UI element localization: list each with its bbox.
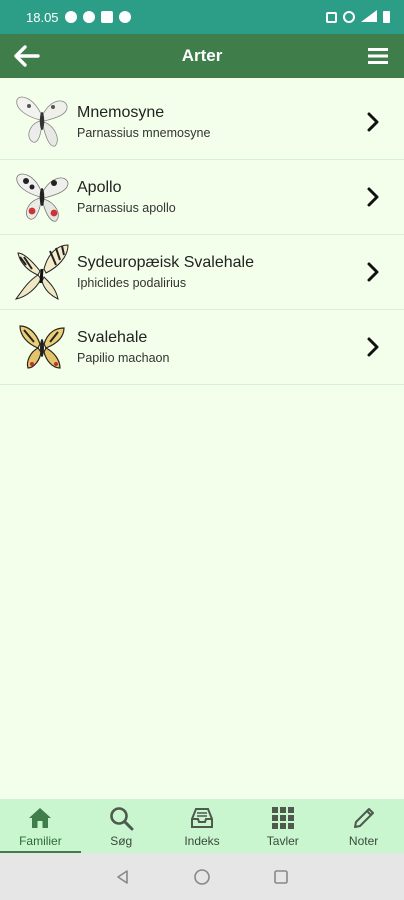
hamburger-icon: [368, 48, 388, 64]
chevron-right-icon: [367, 187, 379, 207]
signal-icon: [361, 9, 377, 25]
species-row-sydeuropaeisk-svalehale[interactable]: Sydeuropæisk Svalehale Iphiclides podali…: [0, 235, 404, 310]
system-navigation-bar: [0, 853, 404, 900]
species-list: Mnemosyne Parnassius mnemosyne Apollo Pa…: [0, 85, 404, 385]
nav-label: Tavler: [266, 834, 299, 848]
species-common-name: Mnemosyne: [77, 104, 165, 121]
butterfly-striped-icon: [12, 242, 72, 302]
app-bar: Arter: [0, 34, 404, 78]
species-row-svalehale[interactable]: Svalehale Papilio machaon: [0, 310, 404, 385]
nav-label: Noter: [348, 834, 379, 848]
species-latin-name: Iphiclides podalirius: [77, 276, 187, 290]
tools-icon: [100, 11, 113, 23]
chevron-right-icon: [367, 337, 379, 357]
species-common-name: Apollo: [77, 179, 122, 196]
butterfly-yellow-icon: [12, 317, 72, 377]
species-common-name: Svalehale: [77, 329, 148, 346]
status-bar: 18.05: [0, 0, 404, 34]
nav-tavler[interactable]: Tavler: [242, 799, 323, 853]
message-icon: [64, 11, 77, 23]
species-common-name: Sydeuropæisk Svalehale: [77, 254, 254, 271]
home-circle-icon[interactable]: [193, 868, 211, 886]
status-time: 18.05: [26, 9, 59, 25]
nav-sog[interactable]: Søg: [81, 799, 162, 853]
nfc-icon: [326, 11, 337, 23]
pencil-icon: [353, 808, 374, 828]
species-row-apollo[interactable]: Apollo Parnassius apollo: [0, 160, 404, 235]
nav-indeks[interactable]: Indeks: [162, 799, 243, 853]
arrow-left-icon: [14, 45, 40, 67]
menu-button[interactable]: [364, 42, 392, 70]
butterfly-white-icon: [12, 92, 72, 152]
bottom-navigation: Familier Søg Indeks Tavler Noter: [0, 799, 404, 853]
nav-noter[interactable]: Noter: [323, 799, 404, 853]
species-latin-name: Parnassius mnemosyne: [77, 126, 211, 140]
home-icon: [29, 808, 52, 828]
inbox-icon: [190, 808, 213, 828]
chevron-right-icon: [367, 262, 379, 282]
back-button[interactable]: [10, 40, 42, 72]
facebook-icon-2: [118, 11, 131, 23]
grid-icon: [271, 807, 294, 829]
species-latin-name: Parnassius apollo: [77, 201, 176, 215]
page-title: Arter: [181, 46, 223, 65]
species-row-mnemosyne[interactable]: Mnemosyne Parnassius mnemosyne: [0, 85, 404, 160]
nav-label: Familier: [19, 834, 62, 848]
nav-label: Søg: [110, 834, 133, 848]
nav-familier[interactable]: Familier: [0, 799, 81, 853]
nav-label: Indeks: [184, 834, 220, 848]
back-triangle-icon[interactable]: [115, 869, 131, 885]
hotspot-icon: [343, 11, 355, 23]
search-icon: [110, 807, 134, 831]
facebook-icon: [82, 11, 95, 23]
chevron-right-icon: [367, 112, 379, 132]
species-latin-name: Papilio machaon: [77, 351, 170, 365]
butterfly-white-spotted-icon: [12, 167, 72, 227]
recents-square-icon[interactable]: [273, 869, 289, 885]
battery-icon: [383, 11, 390, 23]
